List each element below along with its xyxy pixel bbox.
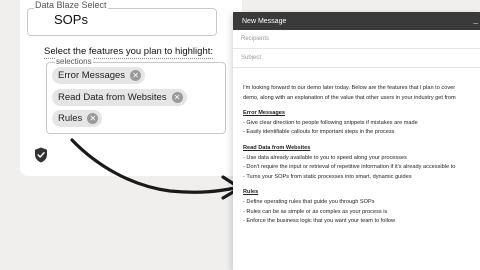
message-body[interactable]: I'm looking forward to our demo later to…: [243, 84, 480, 227]
recipients-field[interactable]: Recipients: [233, 30, 480, 49]
section-line: - Easily identifiable callouts for impor…: [243, 129, 395, 136]
select-value[interactable]: SOPs: [54, 12, 88, 27]
chip-rules: Rules ✕: [52, 110, 103, 127]
subject-placeholder: Subject: [241, 55, 262, 61]
section-line: - Enforce the business logic that you wa…: [243, 218, 396, 225]
curved-arrow-icon: [70, 138, 242, 200]
recipients-placeholder: Recipients: [241, 36, 270, 42]
close-circle-icon[interactable]: ✕: [130, 70, 142, 81]
intro-line: demo, along with an explanation of the v…: [243, 94, 456, 101]
chip-error-messages: Error Messages ✕: [52, 67, 146, 84]
section-heading: Rules: [243, 189, 259, 196]
section-line: - Use data already available to you to s…: [243, 154, 407, 161]
chip-label: Read Data from Websites: [58, 92, 167, 103]
section-line: - Turns your SOPs from static processes …: [243, 173, 412, 180]
chip-label: Error Messages: [58, 70, 126, 81]
message-titlebar: New Message _: [233, 12, 480, 30]
section-line: - Don't require the input or retrieval o…: [243, 164, 456, 171]
select-legend: Data Blaze Select: [34, 0, 108, 10]
shield-check-icon: [35, 147, 47, 163]
chip-read-data: Read Data from Websites ✕: [52, 89, 187, 106]
intro-line: I'm looking forward to our demo later to…: [243, 85, 456, 91]
close-circle-icon[interactable]: ✕: [171, 92, 183, 103]
subject-field[interactable]: Subject: [233, 49, 480, 68]
minimize-icon[interactable]: _: [474, 15, 478, 24]
section-heading: Error Messages: [243, 110, 285, 117]
section-heading: Read Data from Websites: [243, 144, 311, 151]
close-circle-icon[interactable]: ✕: [87, 113, 99, 124]
chip-label: Rules: [58, 113, 83, 124]
message-title: New Message: [242, 17, 287, 25]
section-line: - Rules can be as simple or as complex a…: [243, 208, 388, 215]
section-line: - Define operating rules that guide you …: [243, 198, 375, 205]
section-line: - Give clear direction to people followi…: [243, 119, 418, 126]
selections-legend: selections: [55, 57, 93, 66]
